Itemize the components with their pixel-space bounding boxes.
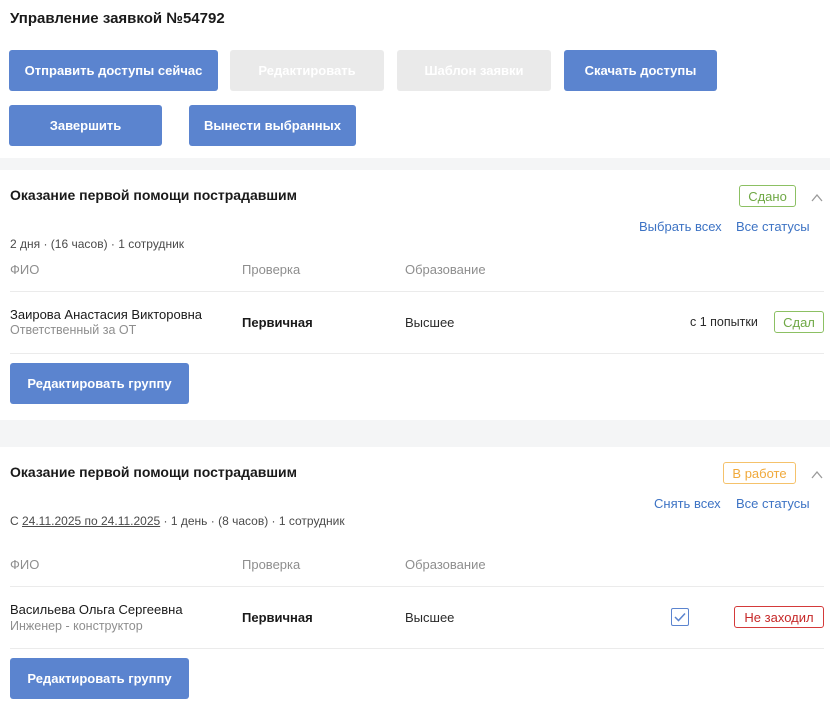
deselect-all-link[interactable]: Снять всех: [654, 496, 721, 511]
send-access-now-button[interactable]: Отправить доступы сейчас: [9, 50, 218, 91]
edit-group-button[interactable]: Редактировать группу: [10, 658, 189, 699]
column-education: Образование: [405, 557, 486, 572]
employee-name: Заирова Анастасия Викторовна: [10, 307, 203, 322]
employee-name: Васильева Ольга Сергеевна: [10, 602, 183, 617]
employee-role: Инженер - конструктор: [10, 619, 143, 633]
group-title: Оказание первой помощи пострадавшим: [10, 464, 297, 480]
download-access-button[interactable]: Скачать доступы: [564, 50, 717, 91]
page-title: Управление заявкой №54792: [10, 10, 225, 27]
column-check: Проверка: [242, 262, 301, 277]
all-statuses-link[interactable]: Все статусы: [736, 496, 810, 511]
result-badge: Не заходил: [734, 606, 824, 628]
row-divider: [10, 648, 824, 649]
group-meta: 2 дня · (16 часов) · 1 сотрудник: [10, 237, 185, 251]
group-card-1: Оказание первой помощи пострадавшим Сдан…: [0, 170, 830, 420]
meta-prefix: С: [10, 514, 22, 528]
result-badge: Сдал: [774, 311, 824, 333]
select-all-link[interactable]: Выбрать всех: [639, 219, 722, 234]
column-fio: ФИО: [10, 557, 40, 572]
education-value: Высшее: [405, 315, 455, 330]
row-select-checkbox[interactable]: [671, 608, 689, 626]
remove-selected-button[interactable]: Вынести выбранных: [189, 105, 356, 146]
status-badge: Сдано: [739, 185, 796, 207]
row-divider: [10, 586, 824, 587]
edit-button[interactable]: Редактировать: [230, 50, 384, 91]
finish-button[interactable]: Завершить: [9, 105, 162, 146]
meta-dates-link[interactable]: 24.11.2025 по 24.11.2025: [22, 514, 160, 528]
column-education: Образование: [405, 262, 486, 277]
check-icon: [674, 612, 686, 622]
group-title: Оказание первой помощи пострадавшим: [10, 187, 297, 203]
edit-group-button[interactable]: Редактировать группу: [10, 363, 189, 404]
request-template-button[interactable]: Шаблон заявки: [397, 50, 551, 91]
all-statuses-link[interactable]: Все статусы: [736, 219, 810, 234]
chevron-up-icon[interactable]: [811, 192, 823, 204]
row-divider: [10, 291, 824, 292]
education-value: Высшее: [405, 610, 455, 625]
group-card-2: Оказание первой помощи пострадавшим В ра…: [0, 447, 830, 711]
section-divider: [0, 420, 830, 447]
check-type: Первичная: [242, 315, 313, 330]
employee-role: Ответственный за ОТ: [10, 323, 137, 337]
check-type: Первичная: [242, 610, 313, 625]
column-check: Проверка: [242, 557, 301, 572]
attempts-count: с 1 попытки: [690, 315, 758, 329]
row-divider: [10, 353, 824, 354]
column-fio: ФИО: [10, 262, 40, 277]
section-divider: [0, 158, 830, 170]
chevron-up-icon[interactable]: [811, 469, 823, 481]
status-badge: В работе: [723, 462, 796, 484]
meta-suffix: · 1 день · (8 часов) · 1 сотрудник: [160, 514, 345, 528]
group-meta: С 24.11.2025 по 24.11.2025 · 1 день · (8…: [10, 514, 345, 528]
